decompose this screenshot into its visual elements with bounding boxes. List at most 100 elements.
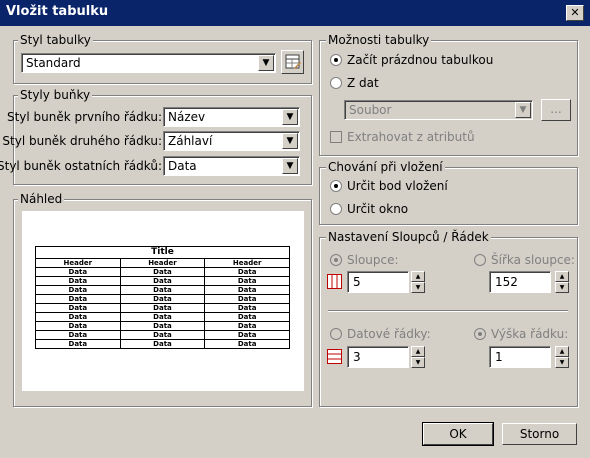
preview-data-cell: Data <box>119 267 206 277</box>
preview-data-cell: Data <box>204 312 290 322</box>
column-width-value: 152 <box>495 275 518 289</box>
data-rows-radio[interactable] <box>330 328 342 340</box>
column-width-radio[interactable] <box>474 254 486 266</box>
row-height-label[interactable]: Výška řádku: <box>491 327 568 341</box>
up-arrow-icon[interactable]: ▲ <box>411 271 425 282</box>
preview-data-cell: Data <box>119 276 206 286</box>
data-source-value: Soubor <box>349 103 392 117</box>
preview-canvas: Title Header Header Header Data Data Data … <box>22 211 304 391</box>
browse-button[interactable]: ... <box>541 99 571 121</box>
preview-data-cell: Data <box>119 321 206 331</box>
preview-data-cell: Data <box>204 330 290 340</box>
empty-table-label[interactable]: Začít prázdnou tabulkou <box>347 53 493 67</box>
row-height-radio[interactable] <box>474 328 486 340</box>
row-height-value: 1 <box>495 350 503 364</box>
other-rows-style-label: Styl buněk ostatních řádků: <box>0 159 162 173</box>
column-width-stepper[interactable]: ▲ ▼ <box>555 271 569 293</box>
preview-group-label: Náhled <box>18 192 65 206</box>
up-arrow-icon[interactable]: ▲ <box>555 271 569 282</box>
preview-data-cell: Data <box>119 285 206 295</box>
preview-data-cell: Data <box>204 321 290 331</box>
preview-table: Title Header Header Header Data Data Data … <box>35 246 290 349</box>
chevron-down-icon[interactable]: ▼ <box>515 102 531 118</box>
data-source-select[interactable]: Soubor ▼ <box>344 100 533 120</box>
preview-data-cell: Data <box>119 294 206 304</box>
preview-data-cell: Data <box>119 330 206 340</box>
insert-behavior-group <box>319 167 578 225</box>
rows-icon <box>327 349 342 364</box>
insert-behavior-group-label: Chování při vložení <box>326 160 445 174</box>
table-edit-icon <box>285 54 301 69</box>
preview-data-cell: Data <box>119 303 206 313</box>
table-style-edit-button[interactable] <box>281 50 304 74</box>
data-rows-stepper[interactable]: ▲ ▼ <box>411 346 425 368</box>
specify-window-radio[interactable] <box>330 203 342 215</box>
preview-data-cell: Data <box>119 312 206 322</box>
column-width-label[interactable]: Šířka sloupce: <box>491 253 575 267</box>
down-arrow-icon[interactable]: ▼ <box>555 357 569 368</box>
close-button[interactable]: ✕ <box>566 5 584 21</box>
up-arrow-icon[interactable]: ▲ <box>411 346 425 357</box>
extract-attributes-checkbox[interactable] <box>330 131 342 143</box>
window-title: Vložit tabulku <box>6 4 109 19</box>
empty-table-radio[interactable] <box>330 54 342 66</box>
preview-data-cell: Data <box>204 276 290 286</box>
preview-title: Title <box>35 246 290 259</box>
row-height-stepper[interactable]: ▲ ▼ <box>555 346 569 368</box>
from-data-label[interactable]: Z dat <box>347 76 379 90</box>
first-row-style-label: Styl buněk prvního řádku: <box>6 110 162 124</box>
up-arrow-icon[interactable]: ▲ <box>555 346 569 357</box>
columns-rows-separator <box>328 310 568 312</box>
preview-data-cell: Data <box>204 294 290 304</box>
table-options-group-label: Možnosti tabulky <box>326 33 432 47</box>
extract-attributes-label[interactable]: Extrahovat z atributů <box>347 130 475 144</box>
preview-data-cell: Data <box>35 285 121 295</box>
preview-data-cell: Data <box>204 267 290 277</box>
preview-data-cell: Data <box>119 339 206 349</box>
preview-data-cell: Data <box>35 321 121 331</box>
columns-icon <box>327 274 342 289</box>
first-row-style-value: Název <box>168 110 206 124</box>
cancel-button[interactable]: Storno <box>502 423 577 445</box>
preview-data-cell: Data <box>204 303 290 313</box>
preview-data-cell: Data <box>35 312 121 322</box>
down-arrow-icon[interactable]: ▼ <box>555 282 569 293</box>
preview-data-cell: Data <box>35 303 121 313</box>
columns-rows-group-label: Nastavení Sloupců / Řádek <box>326 230 491 244</box>
columns-label[interactable]: Sloupce: <box>347 253 399 267</box>
second-row-style-label: Styl buněk druhého řádku: <box>2 134 162 148</box>
columns-input[interactable]: 5 <box>347 271 409 293</box>
preview-header-cell: Header <box>204 258 290 268</box>
second-row-style-value: Záhlaví <box>168 134 213 148</box>
column-width-input[interactable]: 152 <box>489 271 551 293</box>
down-arrow-icon[interactable]: ▼ <box>411 357 425 368</box>
down-arrow-icon[interactable]: ▼ <box>411 282 425 293</box>
row-height-input[interactable]: 1 <box>489 346 551 368</box>
chevron-down-icon[interactable]: ▼ <box>282 158 298 174</box>
chevron-down-icon[interactable]: ▼ <box>282 109 298 125</box>
preview-data-cell: Data <box>204 285 290 295</box>
table-style-value: Standard <box>26 56 81 70</box>
data-rows-value: 3 <box>353 350 361 364</box>
specify-window-label[interactable]: Určit okno <box>347 202 408 216</box>
first-row-style-select[interactable]: Název ▼ <box>163 107 300 127</box>
preview-data-cell: Data <box>204 339 290 349</box>
ok-button[interactable]: OK <box>422 422 494 446</box>
data-rows-label[interactable]: Datové řádky: <box>347 327 431 341</box>
table-style-group-label: Styl tabulky <box>18 33 93 47</box>
from-data-radio[interactable] <box>330 77 342 89</box>
table-style-select[interactable]: Standard ▼ <box>21 53 276 73</box>
other-rows-style-select[interactable]: Data ▼ <box>163 156 300 176</box>
second-row-style-select[interactable]: Záhlaví ▼ <box>163 131 300 151</box>
other-rows-style-value: Data <box>168 159 197 173</box>
insertion-point-radio[interactable] <box>330 180 342 192</box>
columns-radio[interactable] <box>330 254 342 266</box>
data-rows-input[interactable]: 3 <box>347 346 409 368</box>
chevron-down-icon[interactable]: ▼ <box>282 133 298 149</box>
preview-data-cell: Data <box>35 339 121 349</box>
preview-header-cell: Header <box>35 258 121 268</box>
chevron-down-icon[interactable]: ▼ <box>258 55 274 71</box>
columns-stepper[interactable]: ▲ ▼ <box>411 271 425 293</box>
preview-data-cell: Data <box>35 267 121 277</box>
insertion-point-label[interactable]: Určit bod vložení <box>347 179 448 193</box>
